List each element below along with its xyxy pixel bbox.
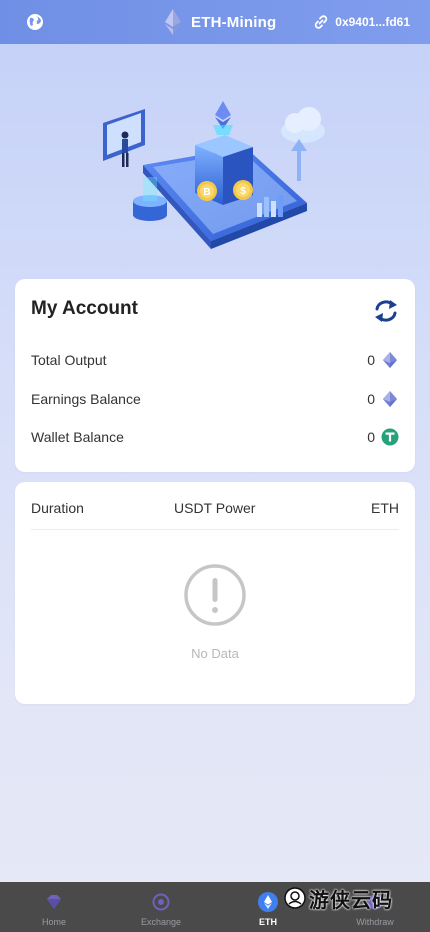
tab-exchange[interactable]: Exchange [118,882,204,932]
app-title-group: ETH-Mining [163,8,276,36]
eth-icon [258,892,278,912]
row-value: 0 [367,391,375,407]
tab-label: Exchange [140,917,182,927]
account-card: My Account Total Output 0 Earnings Balan… [15,279,415,472]
wallet-address: 0x9401...fd61 [335,15,410,29]
usdt-coin-icon [381,428,399,446]
tab-label: ETH [259,917,277,927]
svg-text:$: $ [240,186,246,197]
eth-coin-icon [383,352,397,368]
watermark-text: 游侠云码 [309,889,393,912]
records-card: Duration USDT Power ETH No Data [15,482,415,704]
row-label: Earnings Balance [31,391,141,407]
column-header-usdt-power: USDT Power [174,500,256,516]
tab-home[interactable]: Home [11,882,97,932]
account-row-wallet-balance: Wallet Balance 0 [31,427,399,447]
ethereum-logo [165,9,181,35]
svg-text:B: B [203,187,210,198]
top-bar: ETH-Mining 0x9401...fd61 [0,0,430,44]
row-label: Total Output [31,352,107,368]
account-row-earnings-balance: Earnings Balance 0 [31,389,399,409]
row-value: 0 [367,352,375,368]
eth-coin-icon [383,391,397,407]
link-icon [315,15,328,29]
row-value: 0 [367,429,375,445]
watermark: 游侠云码 [284,885,414,912]
gem-icon [47,895,61,909]
records-header: Duration USDT Power ETH [31,500,399,520]
row-label: Wallet Balance [31,429,124,445]
column-header-eth: ETH [371,500,399,516]
tab-label: Withdraw [356,917,394,927]
account-heading: My Account [31,298,138,319]
account-row-total-output: Total Output 0 [31,350,399,370]
refresh-icon[interactable] [373,298,399,324]
mining-illustration: B $ [103,101,325,249]
header-divider [31,529,399,530]
empty-state-text: No Data [191,646,239,661]
globe-icon[interactable] [25,12,45,32]
exchange-icon [152,893,170,911]
app-title: ETH-Mining [191,13,277,31]
watermark-logo-icon [284,887,306,909]
column-header-duration: Duration [31,500,84,516]
exclamation-circle-icon [184,564,246,626]
wallet-address-button[interactable]: 0x9401...fd61 [313,12,410,32]
tab-label: Home [41,917,66,927]
